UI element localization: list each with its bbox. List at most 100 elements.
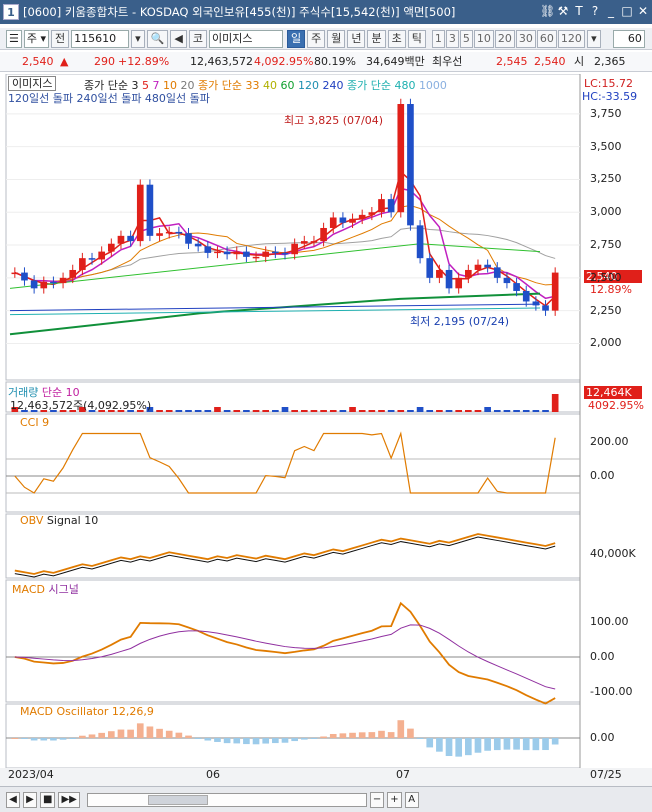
interval-button-30[interactable]: 30: [515, 29, 536, 48]
interval-button-120[interactable]: 120: [557, 29, 585, 48]
candle-body: [136, 184, 144, 242]
code-input[interactable]: 115610: [71, 29, 130, 48]
scroll-right-button[interactable]: ▶: [23, 791, 37, 808]
scrollbar-thumb[interactable]: [147, 794, 208, 805]
prev-button[interactable]: 전: [51, 29, 70, 48]
zoom-in-button[interactable]: +: [387, 791, 402, 808]
candle-body: [117, 235, 125, 244]
volume-bar: [493, 410, 501, 412]
period-button-year[interactable]: 년: [347, 29, 366, 48]
obv-title: OBV Signal 10: [20, 514, 98, 527]
candle-body: [310, 241, 318, 243]
candle-body: [329, 217, 337, 228]
candle-body: [252, 256, 260, 259]
magnifier-icon[interactable]: 🔍: [146, 29, 169, 48]
osc-bar: [551, 738, 559, 745]
osc-bar: [262, 738, 270, 744]
volume-badge: 12,464K: [584, 386, 642, 399]
osc-bar: [50, 738, 57, 741]
zoom-out-button[interactable]: −: [369, 791, 385, 808]
interval-button-60[interactable]: 60: [536, 29, 557, 48]
volume-bar: [397, 410, 405, 412]
osc-bar: [339, 733, 347, 738]
link-icon[interactable]: ⛓: [540, 3, 555, 19]
osc-bar: [513, 738, 520, 750]
interval-button-10[interactable]: 10: [473, 29, 494, 48]
cci-tick: 0.00: [590, 469, 615, 482]
hc-value: HC:-33.59: [582, 90, 638, 103]
obv-signal-text: Signal 10: [46, 514, 99, 527]
interval-button-20[interactable]: 20: [494, 29, 515, 48]
volume-bar: [542, 410, 549, 412]
osc-bar: [493, 738, 501, 751]
interval-button-1[interactable]: 1: [431, 29, 445, 48]
interval-button-3[interactable]: 3: [445, 29, 459, 48]
osc-bar: [416, 738, 424, 739]
period-button-minute[interactable]: 분: [367, 29, 386, 48]
volume-bar: [416, 407, 424, 412]
candle-body: [175, 231, 183, 234]
osc-bar: [455, 738, 463, 757]
candle-body: [156, 233, 163, 236]
candle-body: [214, 251, 221, 254]
fast-forward-button[interactable]: ▶▶: [58, 791, 80, 808]
period-button-second[interactable]: 초: [387, 29, 406, 48]
list-icon[interactable]: ☰: [6, 29, 22, 48]
help-icon[interactable]: ?: [588, 3, 602, 19]
x-label-cursor: 07/25: [590, 768, 622, 781]
open-price: 2,365: [594, 55, 626, 68]
candle-body: [349, 218, 356, 223]
ma-legend-line2: 120일선 돌파 240일선 돌파 480일선 돌파: [8, 92, 210, 105]
candle-body: [223, 251, 231, 255]
count-input[interactable]: 60: [612, 29, 645, 48]
osc-bar: [358, 732, 366, 738]
interval-button-5[interactable]: 5: [459, 29, 473, 48]
horizontal-scrollbar[interactable]: [86, 792, 367, 807]
candle-body: [455, 277, 463, 289]
osc-bar: [204, 738, 212, 741]
tool-icon[interactable]: ⚒: [556, 3, 570, 19]
period-button-month[interactable]: 월: [327, 29, 346, 48]
osc-tick: 0.00: [590, 731, 615, 744]
candle-body: [522, 290, 530, 302]
current-pct: 12.89%: [590, 283, 632, 296]
osc-bar: [300, 738, 308, 740]
osc-bar: [165, 730, 173, 738]
x-label-jun: 06: [206, 768, 220, 781]
minimize-icon[interactable]: _: [604, 3, 618, 19]
candle-body: [30, 280, 38, 289]
title-bar: 1 [0600] 키움종합차트 - KOSDAQ 외국인보유[455(천)] 주…: [0, 0, 652, 24]
interval-dropdown[interactable]: ▾: [586, 29, 601, 48]
scroll-left-button[interactable]: ◀: [6, 791, 20, 808]
ma-period-120: 120: [297, 79, 323, 92]
interval-buttons: 1 3 5 10 20 30 60 120: [431, 29, 585, 48]
text-icon[interactable]: T: [572, 3, 586, 19]
volume-bar: [368, 410, 376, 412]
osc-bar: [320, 736, 327, 738]
close-icon[interactable]: ✕: [636, 3, 650, 19]
volume-value-text: 12,463,572주(4,092.95%): [10, 399, 152, 412]
osc-bar: [243, 738, 250, 745]
macd-tick: 0.00: [590, 650, 615, 663]
period-button-week[interactable]: 주: [307, 29, 326, 48]
osc-bar: [310, 738, 318, 739]
speaker-icon[interactable]: ◀: [170, 29, 187, 48]
stock-name-field[interactable]: 이미지스: [208, 29, 283, 48]
osc-bar: [329, 733, 337, 738]
period-button-day[interactable]: 일: [286, 29, 306, 48]
macd-tick: -100.00: [590, 685, 633, 698]
best-bid: 2,545: [496, 55, 528, 68]
stock-chart[interactable]: [0, 74, 652, 786]
window-title: [0600] 키움종합차트 - KOSDAQ 외국인보유[455(천)] 주식수…: [23, 5, 456, 19]
volume-bar: [233, 410, 241, 412]
search-icon[interactable]: ▾: [131, 29, 145, 48]
volume-bar: [204, 410, 212, 412]
candle-body: [368, 212, 376, 215]
text-tool-button[interactable]: A: [404, 791, 419, 808]
period-button-tick[interactable]: 틱: [407, 29, 426, 48]
macd-title-text: MACD: [12, 583, 45, 596]
period-select[interactable]: 주 ▾: [23, 29, 50, 48]
stop-button[interactable]: ■: [40, 791, 56, 808]
maximize-icon[interactable]: □: [620, 3, 634, 19]
current-price: 2,540: [22, 55, 54, 68]
